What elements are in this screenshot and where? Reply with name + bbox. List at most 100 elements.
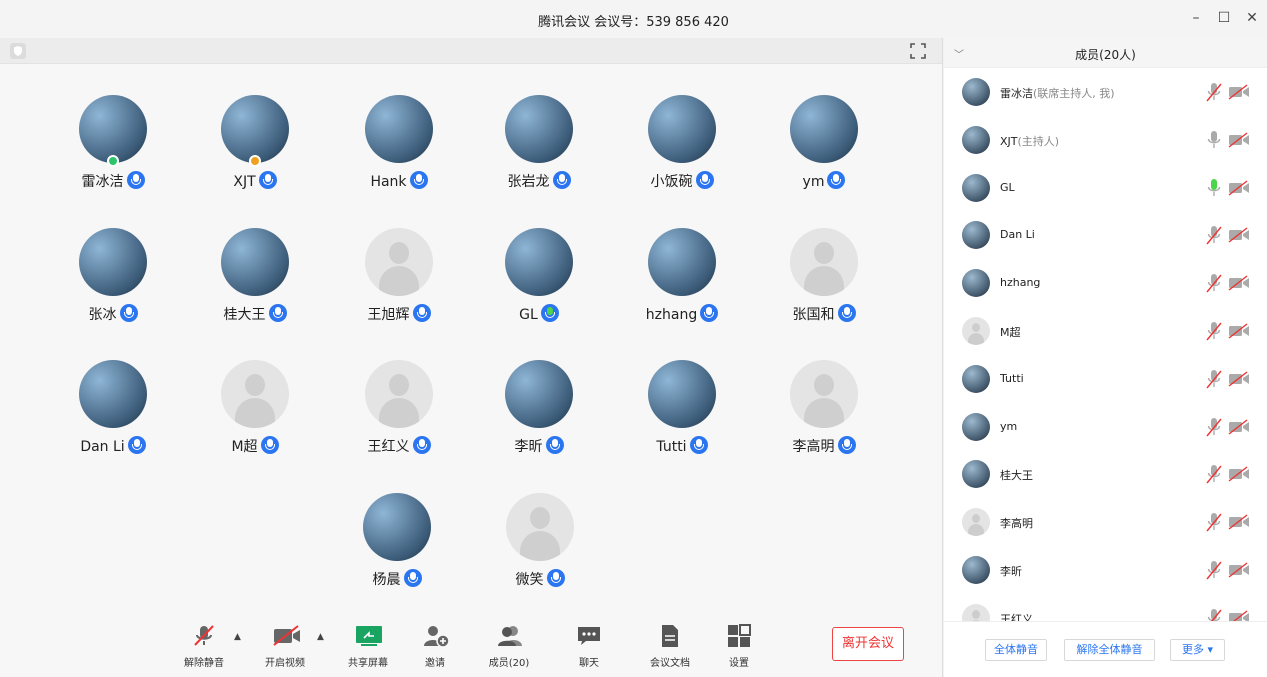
participant-tile[interactable]: 王旭辉 [339, 228, 459, 338]
camera-off-icon[interactable] [1228, 562, 1250, 578]
maximize-icon[interactable]: ☐ [1216, 10, 1232, 26]
settings-button[interactable]: 设置 [707, 624, 771, 669]
camera-off-icon[interactable] [1228, 323, 1250, 339]
mic-status-icon [412, 304, 431, 322]
participant-tile[interactable]: XJT [195, 95, 315, 205]
participant-tile[interactable]: 小饭碗 [622, 95, 742, 205]
muted-mic-icon[interactable] [1206, 512, 1222, 532]
mic-icon[interactable] [1206, 178, 1222, 198]
unmute-all-button[interactable]: 解除全体静音 [1064, 639, 1155, 661]
mic-status-icon [689, 436, 708, 454]
member-row[interactable]: hzhang [944, 259, 1267, 307]
more-button[interactable]: 更多 ▾ [1170, 639, 1225, 661]
member-name-block: Dan Li [1000, 228, 1035, 241]
member-row[interactable]: M超 [944, 307, 1267, 355]
close-icon[interactable]: ✕ [1244, 10, 1260, 26]
camera-off-icon[interactable] [1228, 84, 1250, 100]
member-name: 桂大王 [1000, 469, 1033, 483]
mute-all-button[interactable]: 全体静音 [985, 639, 1047, 661]
participant-name-row: 小饭碗 [622, 171, 742, 191]
member-row[interactable]: 李昕 [944, 546, 1267, 594]
share-screen-button[interactable]: 共享屏幕 [336, 624, 400, 669]
camera-off-icon[interactable] [1228, 227, 1250, 243]
avatar [790, 228, 858, 296]
member-row[interactable]: Tutti [944, 355, 1267, 403]
camera-off-icon[interactable] [1228, 275, 1250, 291]
participant-name-row: 雷冰洁 [53, 171, 173, 191]
participant-tile[interactable]: 杨晨 [337, 493, 457, 603]
participant-name: 桂大王 [223, 307, 266, 323]
participant-name-row: 李高明 [764, 436, 884, 456]
participant-tile[interactable]: hzhang [622, 228, 742, 338]
unmute-button[interactable]: 解除静音 [172, 624, 236, 669]
muted-mic-icon[interactable] [1206, 321, 1222, 341]
participant-tile[interactable]: 张冰 [53, 228, 173, 338]
participant-tile[interactable]: 微笑 [480, 493, 600, 603]
participant-tile[interactable]: 李高明 [764, 360, 884, 470]
avatar [505, 360, 573, 428]
fullscreen-icon[interactable] [909, 42, 927, 60]
leave-meeting-button[interactable]: 离开会议 [832, 627, 904, 661]
participant-tile[interactable]: 桂大王 [195, 228, 315, 338]
participant-tile[interactable]: 王红义 [339, 360, 459, 470]
member-row[interactable]: GL [944, 164, 1267, 212]
participant-tile[interactable]: 李昕 [479, 360, 599, 470]
member-name: M超 [1000, 326, 1021, 339]
participant-name: 张冰 [88, 307, 117, 323]
participant-name-row: Hank [339, 171, 459, 190]
window-title: 腾讯会议 会议号：539 856 420 [538, 15, 729, 30]
member-row[interactable]: ym [944, 403, 1267, 451]
camera-off-icon[interactable] [1228, 132, 1250, 148]
participant-tile[interactable]: M超 [195, 360, 315, 470]
mic-status-icon [545, 436, 564, 454]
mic-status-icon [119, 304, 138, 322]
members-panel-footer: 全体静音 解除全体静音 更多 ▾ [944, 621, 1267, 677]
mic-icon[interactable] [1206, 130, 1222, 150]
muted-mic-icon[interactable] [1206, 82, 1222, 102]
member-name-block: 李昕 [1000, 563, 1022, 579]
participant-tile[interactable]: Hank [339, 95, 459, 205]
participant-tile[interactable]: 张岩龙 [479, 95, 599, 205]
video-options-caret-icon[interactable]: ▲ [317, 632, 324, 642]
start-video-button[interactable]: 开启视频 [253, 624, 317, 669]
minimize-icon[interactable]: – [1188, 10, 1204, 26]
muted-mic-icon[interactable] [1206, 369, 1222, 389]
avatar [365, 95, 433, 163]
participant-tile[interactable]: 张国和 [764, 228, 884, 338]
camera-off-icon[interactable] [1228, 180, 1250, 196]
member-row[interactable]: XJT(主持人) [944, 116, 1267, 164]
participant-tile[interactable]: ym [764, 95, 884, 205]
muted-mic-icon[interactable] [1206, 273, 1222, 293]
participant-tile[interactable]: 雷冰洁 [53, 95, 173, 205]
participant-tile[interactable]: Tutti [622, 360, 742, 470]
chat-icon [576, 624, 602, 648]
participant-tile[interactable]: GL [479, 228, 599, 338]
participant-name-row: 张国和 [764, 304, 884, 324]
meeting-toolbar: 解除静音 ▲ 开启视频 ▲ 共享屏幕 邀请 成员(20) 聊天 会议文档 设置 … [0, 618, 942, 677]
camera-off-icon[interactable] [1228, 466, 1250, 482]
invite-button[interactable]: 邀请 [403, 624, 467, 669]
camera-off-icon[interactable] [1228, 371, 1250, 387]
muted-mic-icon[interactable] [1206, 560, 1222, 580]
member-row[interactable]: 李高明 [944, 498, 1267, 546]
participant-tile[interactable]: Dan Li [53, 360, 173, 470]
avatar [506, 493, 574, 561]
host-badge-icon [107, 155, 119, 167]
participant-name: Hank [370, 174, 407, 190]
member-row[interactable]: Dan Li [944, 211, 1267, 259]
participant-name: 雷冰洁 [81, 174, 124, 190]
muted-mic-icon[interactable] [1206, 417, 1222, 437]
members-button[interactable]: 成员(20) [477, 624, 541, 669]
meeting-docs-button[interactable]: 会议文档 [638, 624, 702, 669]
muted-mic-icon[interactable] [1206, 225, 1222, 245]
member-avatar [962, 125, 990, 154]
camera-off-icon[interactable] [1228, 419, 1250, 435]
shield-icon[interactable] [10, 43, 26, 59]
member-row[interactable]: 雷冰洁(联席主持人, 我) [944, 68, 1267, 116]
avatar [363, 493, 431, 561]
member-row[interactable]: 桂大王 [944, 450, 1267, 498]
audio-options-caret-icon[interactable]: ▲ [234, 632, 241, 642]
camera-off-icon[interactable] [1228, 514, 1250, 530]
muted-mic-icon[interactable] [1206, 464, 1222, 484]
chat-button[interactable]: 聊天 [557, 624, 621, 669]
